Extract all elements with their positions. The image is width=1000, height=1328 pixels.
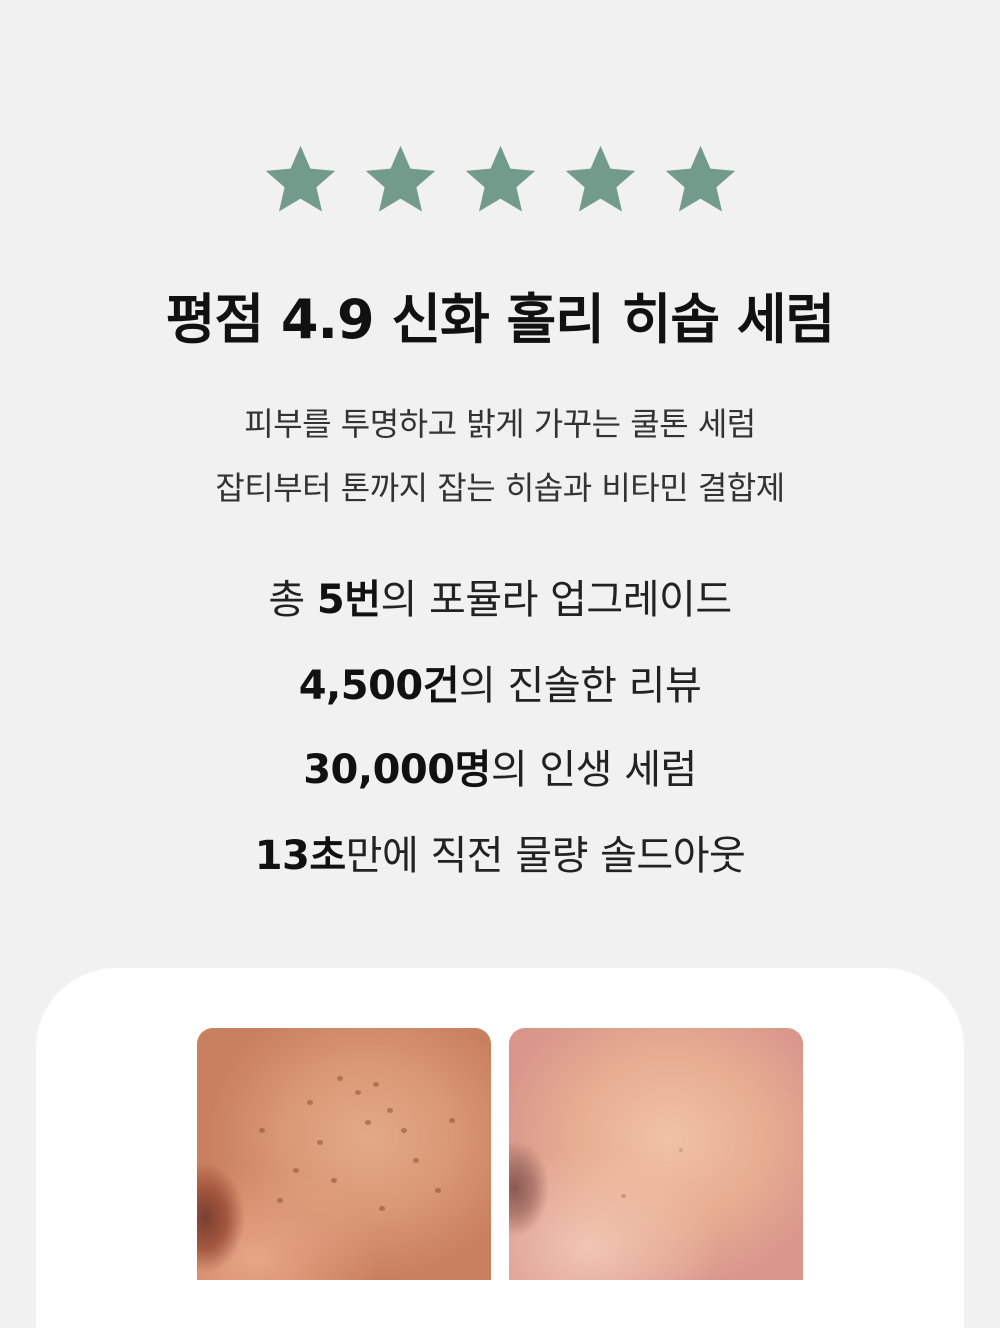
freckle	[621, 1194, 626, 1198]
star-icon	[663, 142, 738, 217]
subtitle-line-2: 잡티부터 톤까지 잡는 히솝과 비타민 결합제	[215, 469, 785, 507]
freckle	[401, 1128, 407, 1133]
stat-highlight: 13초	[254, 833, 346, 879]
freckle	[379, 1206, 385, 1211]
stat-users: 30,000명의 인생 세럼	[0, 742, 1000, 798]
stat-highlight: 4,500건	[298, 663, 460, 709]
star-icon	[363, 142, 438, 217]
star-icon	[463, 142, 538, 217]
freckle	[435, 1188, 441, 1193]
subtitle-line-1: 피부를 투명하고 밝게 가꾸는 쿨톤 세럼	[244, 405, 756, 443]
freckle	[679, 1148, 683, 1152]
freckle	[259, 1128, 265, 1133]
star-icon	[263, 142, 338, 217]
stat-suffix: 만에 직전 물량 솔드아웃	[345, 833, 746, 879]
freckle	[337, 1076, 343, 1081]
stat-suffix: 의 포뮬라 업그레이드	[380, 577, 733, 623]
freckle	[355, 1090, 361, 1095]
freckle	[365, 1120, 371, 1125]
stat-highlight: 5번	[316, 577, 381, 623]
freckle	[373, 1082, 379, 1087]
stat-formula-upgrades: 총 5번의 포뮬라 업그레이드	[0, 572, 1000, 628]
product-title: 평점 4.9 신화 홀리 히솝 세럼	[165, 288, 835, 351]
rating-stars	[0, 142, 1000, 217]
freckle	[307, 1100, 313, 1105]
star-icon	[563, 142, 638, 217]
stat-reviews: 4,500건의 진솔한 리뷰	[0, 658, 1000, 714]
stat-highlight: 30,000명	[303, 747, 491, 793]
freckle	[277, 1198, 283, 1203]
freckle	[331, 1178, 337, 1183]
freckle	[317, 1140, 323, 1145]
freckle	[293, 1168, 299, 1173]
comparison-card	[36, 968, 964, 1328]
stat-sold-out: 13초만에 직전 물량 솔드아웃	[0, 828, 1000, 884]
freckle	[449, 1118, 455, 1123]
stat-suffix: 의 인생 세럼	[490, 747, 697, 793]
freckle	[387, 1108, 393, 1113]
before-skin-photo	[197, 1028, 491, 1280]
after-skin-photo	[509, 1028, 803, 1280]
stat-suffix: 의 진솔한 리뷰	[459, 663, 702, 709]
stat-prefix: 총	[268, 577, 317, 623]
freckle	[413, 1158, 419, 1163]
